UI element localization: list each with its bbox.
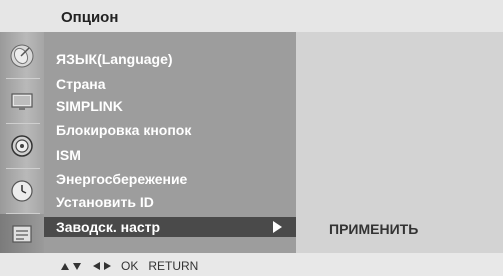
menu-item-set-id[interactable]: Установить ID	[56, 192, 294, 212]
tab-option[interactable]	[0, 214, 44, 253]
arrow-left-icon	[93, 262, 100, 270]
menu-item-ism[interactable]: ISM	[56, 145, 294, 165]
menu-item-country[interactable]: Страна	[56, 74, 294, 94]
footer-hint-bar: OK RETURN	[0, 253, 503, 276]
menu-item-label: Заводск. настр	[56, 219, 161, 235]
option-box-icon	[12, 224, 32, 243]
menu-item-simplink[interactable]: SIMPLINK	[56, 96, 294, 116]
menu-tab-bar	[0, 32, 44, 253]
tab-time[interactable]	[0, 169, 44, 213]
tab-audio[interactable]	[0, 124, 44, 168]
ok-hint: OK	[121, 259, 139, 273]
tab-picture[interactable]	[0, 79, 44, 123]
menu-item-key-lock[interactable]: Блокировка кнопок	[56, 120, 294, 140]
arrow-down-icon	[73, 262, 81, 270]
menu-item-factory-reset[interactable]: Заводск. настр	[44, 217, 296, 237]
apply-option[interactable]: ПРИМЕНИТЬ	[329, 219, 418, 239]
menu-item-language[interactable]: ЯЗЫК(Language)	[56, 49, 294, 69]
tab-channel[interactable]	[0, 34, 44, 78]
option-menu-list: ЯЗЫК(Language) Страна SIMPLINK Блокировк…	[44, 32, 296, 253]
clock-icon	[11, 180, 33, 202]
arrow-up-icon	[61, 262, 69, 270]
page-title: Опцион	[61, 9, 119, 26]
arrow-right-icon	[273, 221, 282, 233]
submenu-panel: ПРИМЕНИТЬ	[296, 32, 503, 253]
navigation-hint: OK RETURN	[61, 258, 198, 274]
speaker-icon	[11, 135, 33, 157]
menu-item-power-saving[interactable]: Энергосбережение	[56, 169, 294, 189]
return-hint: RETURN	[148, 259, 199, 273]
menu-header: Опцион	[0, 0, 503, 32]
satellite-dish-icon	[10, 44, 34, 68]
tv-screen-icon	[11, 93, 33, 110]
arrow-right-icon	[104, 262, 111, 270]
